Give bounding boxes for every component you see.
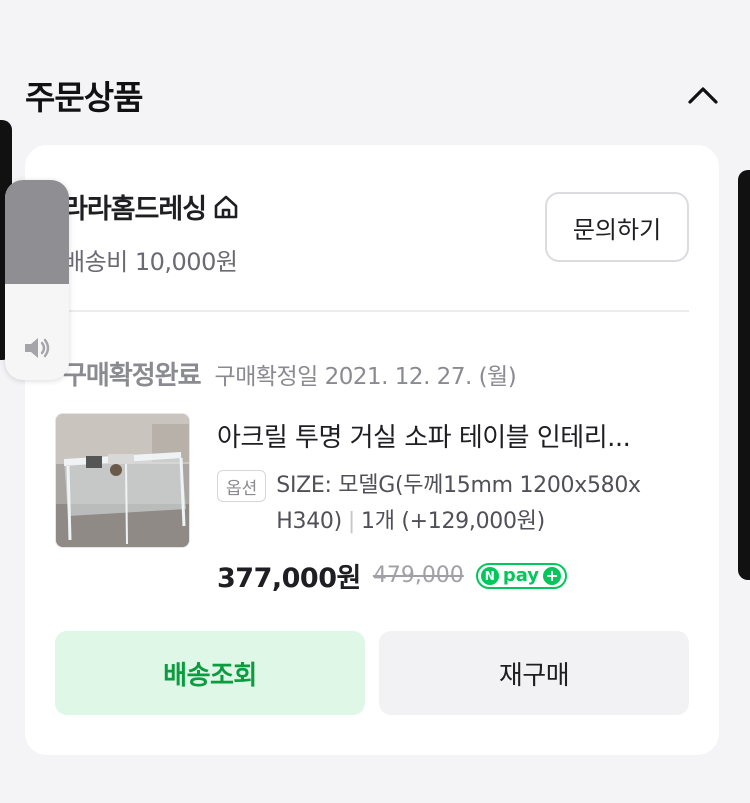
product-image[interactable] bbox=[55, 413, 190, 548]
store-info: 라라홈드레싱 배송비 10,000원 bbox=[63, 187, 240, 277]
action-buttons: 배송조회 재구매 bbox=[55, 631, 689, 715]
tracking-button[interactable]: 배송조회 bbox=[55, 631, 365, 715]
store-name-link[interactable]: 라라홈드레싱 bbox=[63, 187, 240, 226]
order-status-row: 구매확정완료 구매확정일 2021. 12. 27. (월) bbox=[63, 355, 517, 392]
option-quantity: 1개 (+129,000원) bbox=[361, 509, 545, 534]
product-thumbnail bbox=[56, 414, 189, 547]
reorder-button[interactable]: 재구매 bbox=[379, 631, 689, 715]
npay-n-icon: N bbox=[480, 566, 499, 585]
store-name: 라라홈드레싱 bbox=[63, 194, 207, 225]
option-badge: 옵션 bbox=[217, 470, 267, 502]
device-edge-right bbox=[738, 170, 750, 580]
product-info: 아크릴 투명 거실 소파 테이블 인테리... 옵션 SIZE: 모델G(두께1… bbox=[217, 417, 697, 595]
home-icon bbox=[214, 195, 238, 218]
confirm-date: 구매확정일 2021. 12. 27. (월) bbox=[214, 364, 517, 390]
original-price: 479,000 bbox=[372, 563, 464, 588]
npay-plus-badge: N pay + bbox=[475, 562, 568, 589]
product-title[interactable]: 아크릴 투명 거실 소파 테이블 인테리... bbox=[217, 417, 697, 454]
divider bbox=[63, 310, 689, 312]
price: 377,000원 bbox=[217, 563, 361, 594]
volume-level-fill bbox=[5, 180, 69, 284]
npay-label: pay bbox=[502, 565, 540, 586]
option-separator: | bbox=[347, 509, 356, 534]
option-row: 옵션 SIZE: 모델G(두께15mm 1200x580x H340) | 1개 (… bbox=[217, 468, 697, 540]
npay-plus-icon: + bbox=[543, 566, 562, 585]
option-text: SIZE: 모델G(두께15mm 1200x580x H340) | 1개 (+12… bbox=[276, 468, 697, 540]
inquiry-button[interactable]: 문의하기 bbox=[545, 192, 689, 262]
price-row: 377,000원 479,000 N pay + bbox=[217, 556, 697, 595]
order-status: 구매확정완료 bbox=[63, 361, 202, 391]
shipping-fee: 배송비 10,000원 bbox=[63, 248, 238, 276]
section-header: 주문상품 bbox=[25, 70, 725, 120]
section-title: 주문상품 bbox=[25, 78, 143, 117]
order-card: 라라홈드레싱 배송비 10,000원 문의하기 구매확정완료 구매확정일 202… bbox=[25, 145, 719, 755]
collapse-button[interactable] bbox=[683, 75, 723, 115]
volume-overlay[interactable] bbox=[5, 180, 69, 380]
speaker-icon bbox=[25, 338, 50, 358]
chevron-up-icon bbox=[688, 87, 718, 104]
